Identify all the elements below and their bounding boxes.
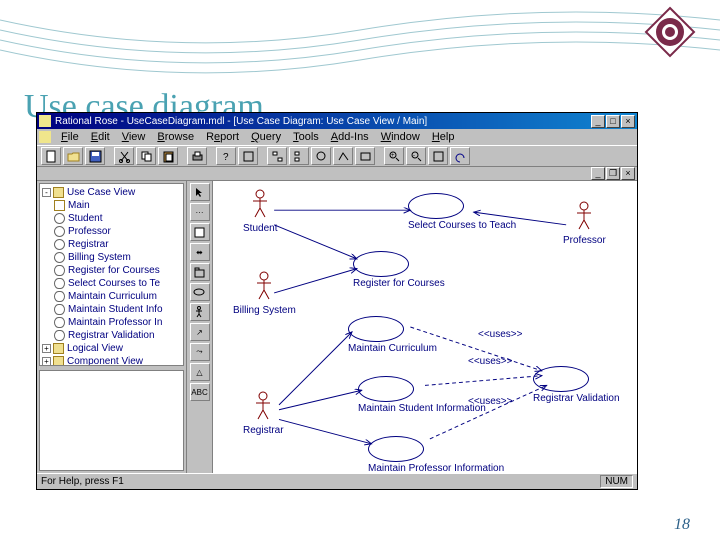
cut-button[interactable]	[114, 147, 134, 165]
diagram1-button[interactable]	[267, 147, 287, 165]
maximize-button[interactable]: □	[606, 115, 620, 128]
print-button[interactable]	[187, 147, 207, 165]
close-button[interactable]: ×	[621, 115, 635, 128]
actor-tool[interactable]	[190, 303, 210, 321]
actor-professor[interactable]: Professor	[563, 201, 606, 246]
minimize-button[interactable]: _	[591, 115, 605, 128]
package-tool[interactable]	[190, 263, 210, 281]
page-number: 18	[674, 516, 690, 534]
mdi-close-button[interactable]: ×	[621, 167, 635, 180]
abc-tool[interactable]: ABC	[190, 383, 210, 401]
titlebar: Rational Rose - UseCaseDiagram.mdl - [Us…	[37, 113, 637, 129]
association-tool[interactable]: ↗	[190, 323, 210, 341]
text-tool[interactable]: ···	[190, 203, 210, 221]
svg-text:+: +	[391, 153, 395, 159]
actor-registrar[interactable]: Registrar	[243, 391, 284, 436]
paste-button[interactable]	[158, 147, 178, 165]
usecase-validation[interactable]: Registrar Validation	[533, 366, 620, 404]
tool-palette: ··· ⬌ ↗ ⤳ △ ABC	[187, 181, 213, 473]
mdi-minimize-button[interactable]: _	[591, 167, 605, 180]
usecase-studentinfo[interactable]: Maintain Student Information	[358, 376, 486, 414]
save-button[interactable]	[85, 147, 105, 165]
app-window: Rational Rose - UseCaseDiagram.mdl - [Us…	[36, 112, 638, 490]
menu-query[interactable]: Query	[245, 130, 287, 144]
usecase-profinfo[interactable]: Maintain Professor Information	[368, 436, 504, 473]
anchor-tool[interactable]: ⬌	[190, 243, 210, 261]
menu-view[interactable]: View	[116, 130, 152, 144]
toolbar: ? + -	[37, 145, 637, 167]
actor-student[interactable]: Student	[243, 189, 277, 234]
dependency-tool[interactable]: ⤳	[190, 343, 210, 361]
menu-file[interactable]: File	[55, 130, 85, 144]
model-tree[interactable]: -Use Case View Main Student Professor Re…	[39, 183, 184, 366]
menu-addins[interactable]: Add-Ins	[325, 130, 375, 144]
diagram5-button[interactable]	[355, 147, 375, 165]
uses-label-2: <<uses>>	[468, 356, 512, 367]
uses-label-3: <<uses>>	[468, 396, 512, 407]
browse-button[interactable]	[238, 147, 258, 165]
documentation-panel[interactable]	[39, 370, 184, 471]
diagram-canvas[interactable]: Student Billing System Registrar Profess…	[213, 181, 637, 473]
pointer-tool[interactable]	[190, 183, 210, 201]
window-title: Rational Rose - UseCaseDiagram.mdl - [Us…	[55, 116, 590, 127]
usecase-curriculum[interactable]: Maintain Curriculum	[348, 316, 437, 354]
fit-button[interactable]	[428, 147, 448, 165]
workspace: -Use Case View Main Student Professor Re…	[37, 181, 637, 473]
background-wave	[0, 0, 720, 90]
help-button[interactable]: ?	[216, 147, 236, 165]
mdi-restore-button[interactable]: ❐	[606, 167, 620, 180]
copy-button[interactable]	[136, 147, 156, 165]
browser-panel: -Use Case View Main Student Professor Re…	[37, 181, 187, 473]
zoomin-button[interactable]: +	[384, 147, 404, 165]
menu-window[interactable]: Window	[375, 130, 426, 144]
mdi-icon	[39, 131, 51, 143]
menubar: File Edit View Browse Report Query Tools…	[37, 129, 637, 145]
generalization-tool[interactable]: △	[190, 363, 210, 381]
undo-button[interactable]	[450, 147, 470, 165]
mdi-controls: _ ❐ ×	[37, 167, 637, 181]
status-num: NUM	[600, 475, 633, 488]
diagram2-button[interactable]	[289, 147, 309, 165]
zoomout-button[interactable]: -	[406, 147, 426, 165]
svg-text:?: ?	[223, 152, 229, 163]
actor-billing[interactable]: Billing System	[233, 271, 296, 316]
statusbar: For Help, press F1 NUM	[37, 473, 637, 489]
usecase-tool[interactable]	[190, 283, 210, 301]
usecase-select-courses[interactable]: Select Courses to Teach	[408, 193, 516, 231]
open-button[interactable]	[63, 147, 83, 165]
new-button[interactable]	[41, 147, 61, 165]
menu-report[interactable]: Report	[200, 130, 245, 144]
note-tool[interactable]	[190, 223, 210, 241]
uses-label-1: <<uses>>	[478, 329, 522, 340]
menu-help[interactable]: Help	[426, 130, 461, 144]
status-help: For Help, press F1	[41, 476, 124, 487]
usecase-register[interactable]: Register for Courses	[353, 251, 445, 289]
menu-browse[interactable]: Browse	[151, 130, 200, 144]
menu-edit[interactable]: Edit	[85, 130, 116, 144]
diagram4-button[interactable]	[333, 147, 353, 165]
diagram3-button[interactable]	[311, 147, 331, 165]
app-icon	[39, 115, 51, 127]
corner-logo	[644, 6, 696, 58]
svg-text:-: -	[413, 153, 415, 159]
menu-tools[interactable]: Tools	[287, 130, 325, 144]
